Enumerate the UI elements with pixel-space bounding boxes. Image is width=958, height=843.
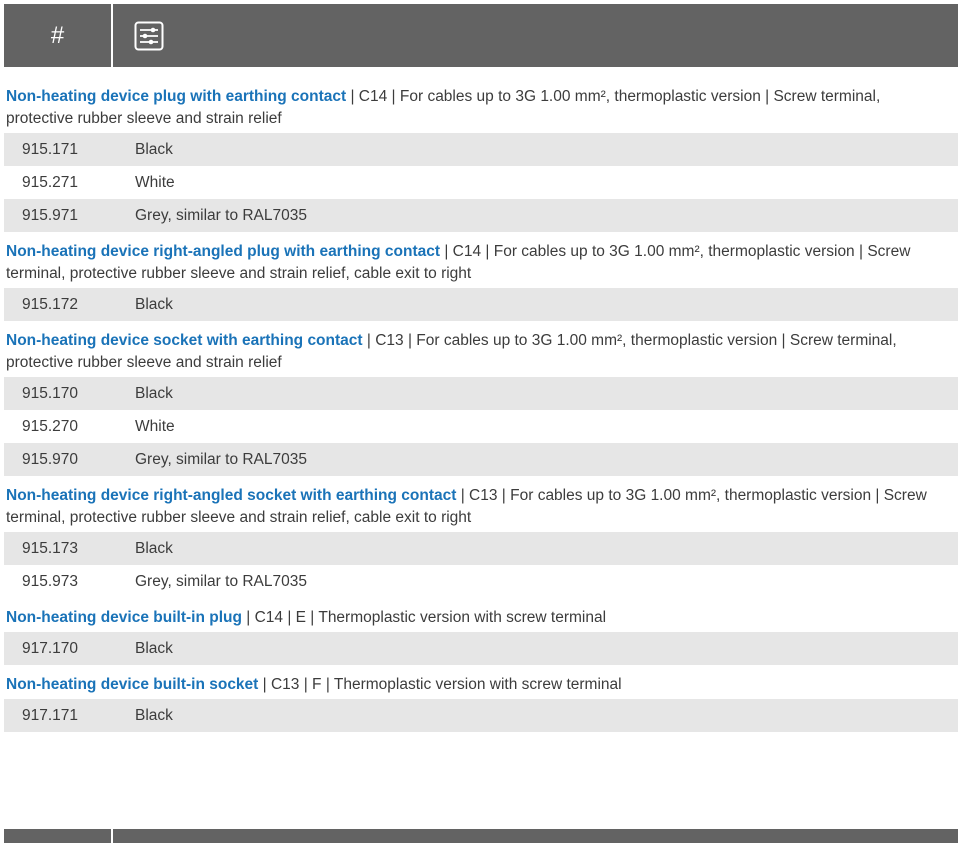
- column-header-number: #: [4, 4, 113, 67]
- section-description: Non-heating device right-angled socket w…: [0, 485, 958, 529]
- article-number: 915.971: [22, 206, 79, 224]
- article-description: Black: [135, 706, 173, 724]
- table-row: 915.170 Black: [4, 377, 958, 410]
- section-description: Non-heating device built-in plug | C14 |…: [0, 607, 958, 629]
- article-number: 915.270: [22, 417, 79, 435]
- article-description: Black: [135, 639, 173, 657]
- article-number: 915.173: [22, 539, 79, 557]
- article-number: 915.170: [22, 384, 79, 402]
- table-row: 915.271 White: [4, 166, 958, 199]
- section-description: Non-heating device socket with earthing …: [0, 330, 958, 374]
- article-description: Grey, similar to RAL7035: [135, 206, 307, 224]
- product-section: Non-heating device built-in plug | C14 |…: [0, 607, 958, 665]
- section-title-link[interactable]: Non-heating device right-angled socket w…: [6, 487, 456, 504]
- table-row: 915.973 Grey, similar to RAL7035: [4, 565, 958, 598]
- article-number: 917.171: [22, 706, 79, 724]
- table-row: 915.971 Grey, similar to RAL7035: [4, 199, 958, 232]
- product-section: Non-heating device plug with earthing co…: [0, 86, 958, 232]
- article-description: White: [135, 417, 175, 435]
- article-number: 915.171: [22, 140, 79, 158]
- footer-left-cell: [4, 829, 113, 843]
- column-header-options[interactable]: [113, 4, 164, 67]
- product-list: Non-heating device plug with earthing co…: [0, 86, 958, 741]
- section-description: Non-heating device plug with earthing co…: [0, 86, 958, 130]
- sliders-icon[interactable]: [134, 21, 164, 51]
- product-section: Non-heating device right-angled socket w…: [0, 485, 958, 598]
- hash-label: #: [50, 21, 65, 49]
- table-header: #: [4, 4, 958, 67]
- article-number: 917.170: [22, 639, 79, 657]
- section-title-link[interactable]: Non-heating device built-in plug: [6, 609, 242, 626]
- table-footer-bar: [4, 829, 958, 843]
- product-section: Non-heating device socket with earthing …: [0, 330, 958, 476]
- section-details: | C13 | F | Thermoplastic version with s…: [258, 676, 622, 693]
- article-description: Black: [135, 295, 173, 313]
- section-title-link[interactable]: Non-heating device right-angled plug wit…: [6, 243, 440, 260]
- table-row: 917.171 Black: [4, 699, 958, 732]
- table-row: 915.173 Black: [4, 532, 958, 565]
- table-row: 917.170 Black: [4, 632, 958, 665]
- table-row: 915.270 White: [4, 410, 958, 443]
- article-number: 915.973: [22, 572, 79, 590]
- article-description: Black: [135, 539, 173, 557]
- article-description: White: [135, 173, 175, 191]
- table-row: 915.172 Black: [4, 288, 958, 321]
- section-description: Non-heating device right-angled plug wit…: [0, 241, 958, 285]
- table-row: 915.970 Grey, similar to RAL7035: [4, 443, 958, 476]
- product-section: Non-heating device built-in socket | C13…: [0, 674, 958, 732]
- article-description: Black: [135, 140, 173, 158]
- section-description: Non-heating device built-in socket | C13…: [0, 674, 958, 696]
- article-number: 915.172: [22, 295, 79, 313]
- article-number: 915.970: [22, 450, 79, 468]
- article-description: Black: [135, 384, 173, 402]
- section-title-link[interactable]: Non-heating device plug with earthing co…: [6, 88, 346, 105]
- product-section: Non-heating device right-angled plug wit…: [0, 241, 958, 321]
- section-title-link[interactable]: Non-heating device socket with earthing …: [6, 332, 363, 349]
- section-title-link[interactable]: Non-heating device built-in socket: [6, 676, 258, 693]
- table-row: 915.171 Black: [4, 133, 958, 166]
- article-description: Grey, similar to RAL7035: [135, 450, 307, 468]
- section-details: | C14 | E | Thermoplastic version with s…: [241, 609, 607, 626]
- article-description: Grey, similar to RAL7035: [135, 572, 307, 590]
- article-number: 915.271: [22, 173, 79, 191]
